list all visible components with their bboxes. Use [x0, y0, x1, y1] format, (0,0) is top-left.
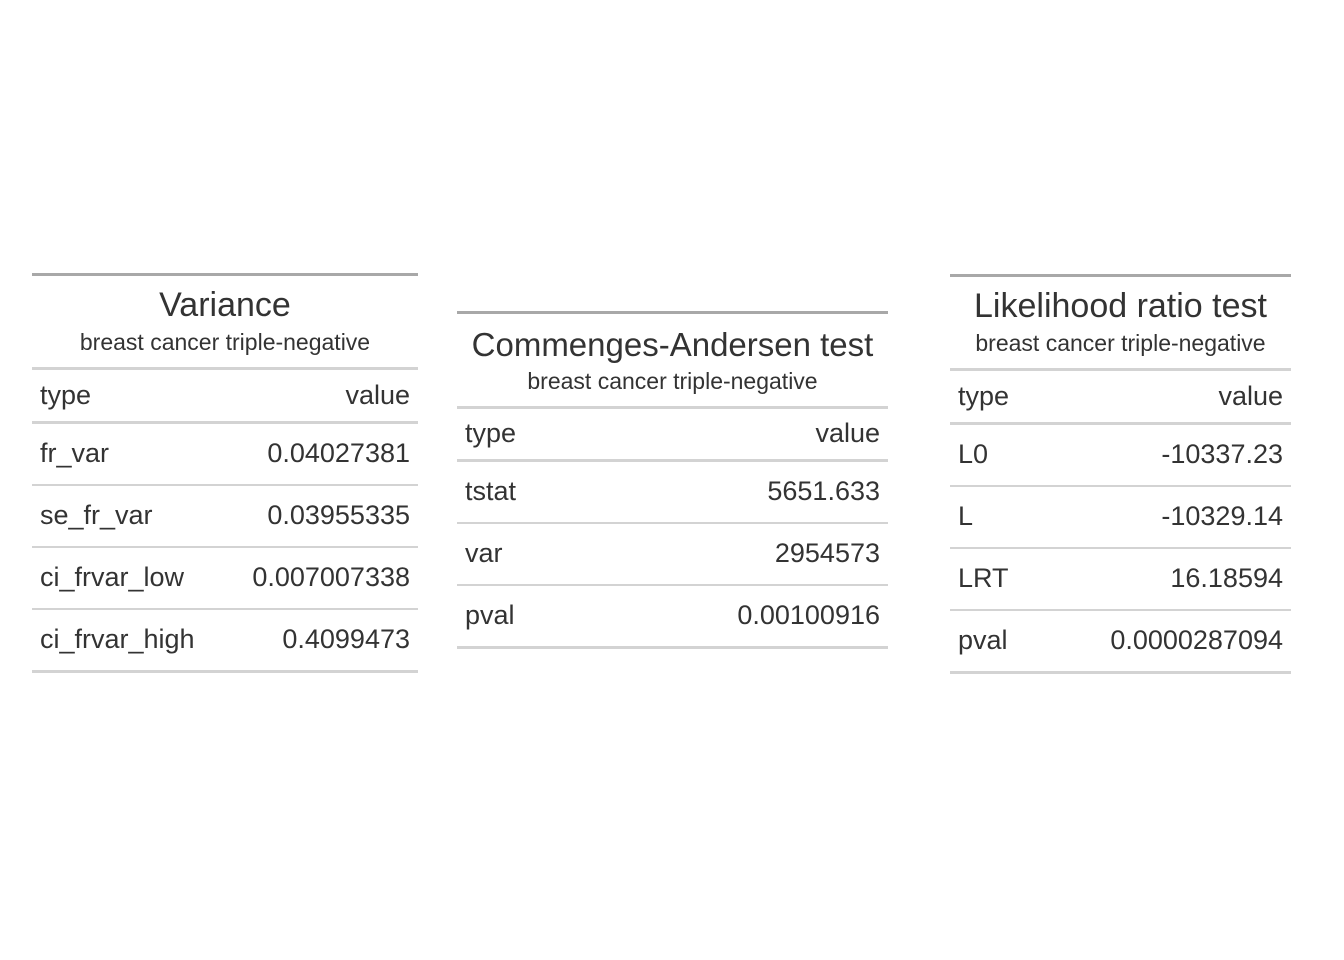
- row-value-cell: 0.03955335: [267, 500, 410, 531]
- row-type-cell: se_fr_var: [40, 500, 153, 531]
- row-value-cell: -10329.14: [1161, 501, 1283, 532]
- row-type-cell: ci_frvar_high: [40, 624, 195, 655]
- row-type-cell: L0: [958, 439, 989, 470]
- table-body: L0 -10337.23 L -10329.14 LRT 16.18594 pv…: [950, 425, 1291, 671]
- row-value-cell: 0.04027381: [267, 438, 410, 469]
- table-body: fr_var 0.04027381 se_fr_var 0.03955335 c…: [32, 424, 418, 670]
- column-header-value: value: [815, 418, 880, 449]
- row-value-cell: 0.00100916: [737, 600, 880, 631]
- table-row: LRT 16.18594: [950, 549, 1291, 611]
- table-row: tstat 5651.633: [457, 462, 888, 524]
- table-subtitle: breast cancer triple-negative: [950, 330, 1291, 371]
- row-type-cell: L: [958, 501, 974, 532]
- table-row: L0 -10337.23: [950, 425, 1291, 487]
- table-title: Commenges-Andersen test: [471, 326, 874, 363]
- table-row: pval 0.00100916: [457, 586, 888, 646]
- table-row: fr_var 0.04027381: [32, 424, 418, 486]
- table-row: var 2954573: [457, 524, 888, 586]
- column-header-row: type value: [32, 370, 418, 424]
- table-row: L -10329.14: [950, 487, 1291, 549]
- row-value-cell: -10337.23: [1161, 439, 1283, 470]
- column-header-type: type: [40, 379, 92, 410]
- table-title: Variance: [159, 286, 291, 324]
- likelihood-ratio-table: Likelihood ratio test breast cancer trip…: [950, 274, 1291, 674]
- column-header-value: value: [1218, 380, 1283, 411]
- table-subtitle: breast cancer triple-negative: [457, 368, 888, 409]
- table-row: se_fr_var 0.03955335: [32, 486, 418, 548]
- row-type-cell: fr_var: [40, 438, 110, 469]
- table-row: ci_frvar_low 0.007007338: [32, 548, 418, 610]
- commenges-andersen-table: Commenges-Andersen test breast cancer tr…: [457, 311, 888, 649]
- row-type-cell: pval: [958, 625, 1008, 656]
- row-type-cell: var: [465, 538, 503, 569]
- column-header-row: type value: [457, 409, 888, 462]
- row-value-cell: 0.0000287094: [1110, 625, 1283, 656]
- row-value-cell: 2954573: [774, 538, 880, 569]
- column-header-row: type value: [950, 371, 1291, 425]
- row-type-cell: tstat: [465, 476, 517, 507]
- table-row: ci_frvar_high 0.4099473: [32, 610, 418, 670]
- column-header-type: type: [465, 418, 517, 449]
- table-body: tstat 5651.633 var 2954573 pval 0.001009…: [457, 462, 888, 646]
- row-value-cell: 0.007007338: [252, 562, 410, 593]
- row-type-cell: LRT: [958, 563, 1009, 594]
- row-type-cell: ci_frvar_low: [40, 562, 185, 593]
- table-title: Likelihood ratio test: [974, 287, 1267, 325]
- variance-table: Variance breast cancer triple-negative t…: [32, 273, 418, 673]
- column-header-type: type: [958, 380, 1010, 411]
- row-value-cell: 5651.633: [767, 476, 880, 507]
- row-value-cell: 16.18594: [1170, 563, 1283, 594]
- row-value-cell: 0.4099473: [282, 624, 410, 655]
- table-subtitle: breast cancer triple-negative: [32, 329, 418, 370]
- row-type-cell: pval: [465, 600, 515, 631]
- column-header-value: value: [345, 379, 410, 410]
- table-row: pval 0.0000287094: [950, 611, 1291, 671]
